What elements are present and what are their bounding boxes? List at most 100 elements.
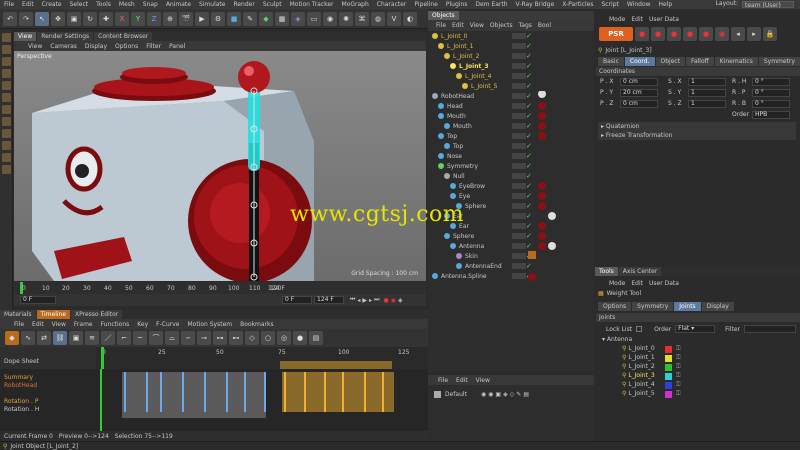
menu-mesh[interactable]: Mesh	[119, 1, 135, 8]
menu-plugins[interactable]: Plugins	[446, 1, 468, 8]
menu-tools[interactable]: Tools	[96, 1, 111, 8]
check-icon[interactable]: ✓	[526, 62, 532, 70]
tab-object[interactable]: Object	[655, 56, 686, 66]
tab-xpresso-editor[interactable]: XPresso Editor	[71, 310, 123, 319]
quaternion-section[interactable]: ▸ Quaternion	[598, 122, 796, 131]
tab-objects[interactable]: Objects	[428, 11, 459, 20]
tools-menu-user-data[interactable]: User Data	[649, 280, 679, 287]
render-picture-icon[interactable]: ▶	[195, 11, 209, 26]
lock-icon[interactable]: ⚿	[676, 390, 681, 398]
tab-timeline[interactable]: Timeline	[36, 310, 71, 319]
end-frame-field[interactable]: 124 F	[314, 296, 344, 304]
lock-tangent-icon[interactable]: ⊶	[213, 331, 227, 345]
coordinate-system-icon[interactable]: ⊕	[163, 11, 177, 26]
lock-icon[interactable]: ⚿	[676, 372, 681, 380]
keyframe-selection-icon[interactable]: ◈	[398, 297, 403, 304]
tab-falloff[interactable]: Falloff	[686, 56, 714, 66]
current-frame-field[interactable]: 0 F	[20, 296, 56, 304]
viewport-menu-panel[interactable]: Panel	[169, 43, 185, 50]
timeline-menu-fcurve[interactable]: F-Curve	[156, 321, 179, 328]
sculpt-icon[interactable]: ◍	[371, 11, 385, 26]
joint-row[interactable]: ▾ Antenna	[598, 336, 798, 345]
layer-flags[interactable]: ◉◉▣◈◇✎▤	[481, 391, 531, 398]
attributes-menu-edit[interactable]: Edit	[631, 16, 643, 23]
cube-icon[interactable]: ■	[227, 11, 241, 26]
tab-joints[interactable]: Joints	[674, 301, 701, 311]
floor-icon[interactable]: ▭	[307, 11, 321, 26]
material-tags[interactable]	[528, 91, 588, 291]
joint-row[interactable]: ⚲ L_Joint_2 ⚿	[598, 363, 798, 372]
tree-item[interactable]: L_Joint_4 ✓	[428, 71, 594, 81]
motion-mode-icon[interactable]: ⇄	[37, 331, 51, 345]
menu-simulate[interactable]: Simulate	[199, 1, 226, 8]
joint-row[interactable]: ⚲ L_Joint_0 ⚿	[598, 345, 798, 354]
psr-icon[interactable]: PSR	[599, 27, 633, 41]
tree-item[interactable]: L_Joint_5 ✓	[428, 81, 594, 91]
tab-view[interactable]: View	[14, 32, 37, 41]
lock-icon[interactable]: ⚿	[676, 381, 681, 389]
key-ease-out-icon[interactable]: ⌓	[165, 331, 179, 345]
tab-kinematics[interactable]: Kinematics	[714, 56, 758, 66]
menu-motion-tracker[interactable]: Motion Tracker	[290, 1, 334, 8]
key-mode-icon[interactable]: ◆	[5, 331, 19, 345]
scale-icon[interactable]: ▣	[67, 11, 81, 26]
scale-x-field[interactable]: 1	[688, 78, 726, 86]
workplane-icon[interactable]	[2, 141, 11, 150]
layers-menu-view[interactable]: View	[476, 377, 490, 384]
frame-all-icon[interactable]: ▣	[69, 331, 83, 345]
move-icon[interactable]: ✥	[51, 11, 65, 26]
key-linear-icon[interactable]: ／	[101, 331, 115, 345]
tree-item-selected[interactable]: L_Joint_3 ✓	[428, 61, 594, 71]
lock-icon[interactable]: ⚿	[676, 354, 681, 362]
timeline-menu-view[interactable]: View	[52, 321, 66, 328]
key-spline-icon[interactable]: ~	[133, 331, 147, 345]
timeline-menu-key[interactable]: Key	[137, 321, 148, 328]
timeline-menu-edit[interactable]: Edit	[32, 321, 44, 328]
redo-icon[interactable]: ↷	[19, 11, 33, 26]
rotation-p-field[interactable]: 0 °	[752, 89, 790, 97]
key-step-icon[interactable]: ⌐	[117, 331, 131, 345]
joint-row-selected[interactable]: ⚲ L_Joint_3 ⚿	[598, 372, 798, 381]
tree-item[interactable]: L_Joint_1 ✓	[428, 41, 594, 51]
scale-y-field[interactable]: 1	[688, 89, 726, 97]
zero-length-icon[interactable]: ○	[261, 331, 275, 345]
viewport-menu-cameras[interactable]: Cameras	[50, 43, 77, 50]
recent-tool-icon[interactable]: ✚	[99, 11, 113, 26]
autokey-icon[interactable]: ◉	[391, 297, 396, 304]
lock-icon[interactable]: ⚿	[676, 345, 681, 353]
menu-select[interactable]: Select	[70, 1, 89, 8]
nav-forward-icon[interactable]: ▸	[747, 27, 761, 41]
menu-character[interactable]: Character	[377, 1, 407, 8]
selection-range[interactable]	[280, 361, 392, 369]
make-editable-icon[interactable]	[2, 33, 11, 42]
array-icon[interactable]: ▦	[275, 11, 289, 26]
menu-render[interactable]: Render	[233, 1, 254, 8]
y-axis-icon[interactable]: Y	[131, 11, 145, 26]
menu-snap[interactable]: Snap	[143, 1, 158, 8]
layer-row[interactable]: Default ◉◉▣◈◇✎▤	[428, 389, 594, 399]
render-view-icon[interactable]: 🎬	[179, 11, 193, 26]
menu-mograph[interactable]: MoGraph	[342, 1, 369, 8]
fcurve-mode-icon[interactable]: ∿	[21, 331, 35, 345]
go-end-icon[interactable]: ⏭	[374, 296, 379, 304]
live-selection-icon[interactable]: ↖	[35, 11, 49, 26]
tweak-mode-icon[interactable]	[2, 117, 11, 126]
keyframe-area[interactable]	[96, 369, 428, 431]
timeline-menu-functions[interactable]: Functions	[101, 321, 130, 328]
joint-row[interactable]: ⚲ L_Joint_1 ⚿	[598, 354, 798, 363]
menu-script[interactable]: Script	[601, 1, 618, 8]
joint-row[interactable]: ⚲ L_Joint_5 ⚿	[598, 390, 798, 399]
snap-icon[interactable]	[2, 129, 11, 138]
tangent-icon[interactable]: ⊸	[197, 331, 211, 345]
auto-tangent-icon[interactable]: ◇	[245, 331, 259, 345]
record-key-icon[interactable]: ●	[293, 331, 307, 345]
order-select[interactable]: Flat ▾	[675, 325, 716, 333]
go-start-icon[interactable]: ⏮	[350, 296, 355, 304]
tab-materials[interactable]: Materials	[0, 310, 36, 319]
objects-menu-objects[interactable]: Objects	[490, 22, 513, 29]
axis-mode-icon[interactable]	[2, 105, 11, 114]
spline-pen-icon[interactable]: ✎	[243, 11, 257, 26]
zero-angle-icon[interactable]: ◎	[277, 331, 291, 345]
polygons-mode-icon[interactable]	[2, 93, 11, 102]
key-ease-icon[interactable]: ∽	[181, 331, 195, 345]
